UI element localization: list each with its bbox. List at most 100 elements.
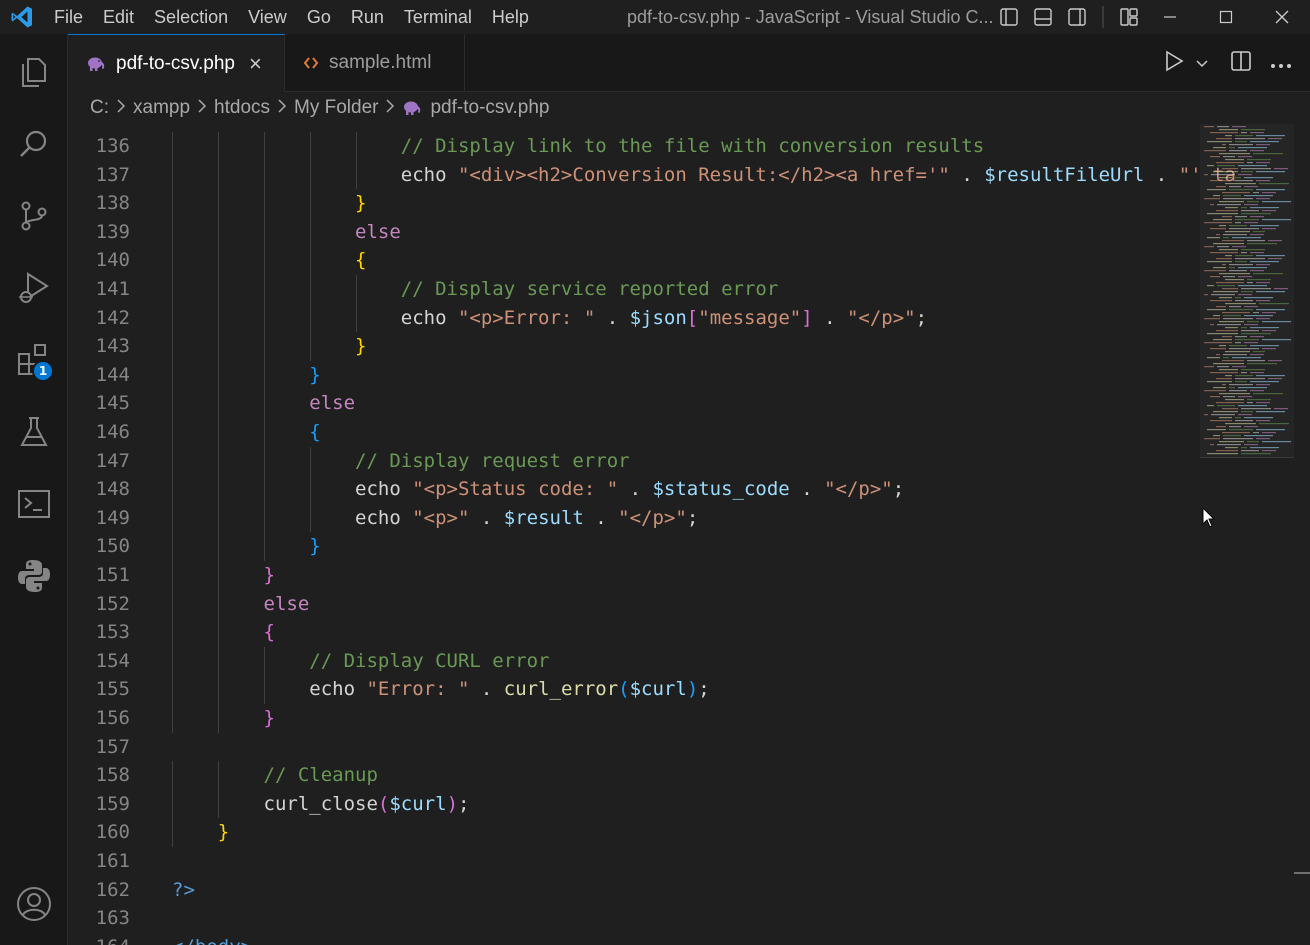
indent-guide: [355, 132, 357, 161]
minimap-line: [1238, 165, 1267, 167]
menu-view[interactable]: View: [238, 0, 297, 34]
line-number: 143: [95, 335, 130, 358]
minimap-line: [1232, 237, 1261, 239]
customize-layout-icon[interactable]: [1116, 5, 1142, 29]
split-editor-icon[interactable]: [1230, 50, 1252, 76]
code-token: }: [309, 535, 321, 558]
line-number: 139: [95, 220, 130, 243]
minimap[interactable]: [1200, 124, 1294, 458]
minimize-button[interactable]: [1142, 0, 1198, 34]
accounts-icon[interactable]: [0, 872, 68, 936]
minimap-line: [1262, 441, 1291, 443]
toggle-primary-sidebar-icon[interactable]: [996, 5, 1022, 29]
minimap-line: [1241, 411, 1253, 413]
code-editor[interactable]: 136 // Display link to the file with con…: [68, 124, 1310, 945]
chevron-down-icon[interactable]: [1196, 54, 1208, 73]
code-token: $curl: [629, 678, 687, 701]
scrollbar-thumb[interactable]: [1294, 872, 1310, 874]
minimap-line: [1235, 261, 1247, 263]
minimap-line: [1229, 270, 1247, 272]
minimap-line: [1238, 387, 1267, 389]
indent-guide: [263, 675, 265, 704]
minimap-line: [1223, 198, 1253, 200]
terminal-icon[interactable]: [0, 472, 68, 536]
minimap-line: [1241, 453, 1271, 455]
minimap-line: [1241, 210, 1259, 212]
toggle-panel-icon[interactable]: [1030, 5, 1056, 29]
more-actions-icon[interactable]: [1270, 54, 1292, 73]
indent-guide: [172, 789, 173, 819]
minimap-line: [1217, 324, 1241, 326]
tab-label: pdf-to-csv.php: [116, 52, 235, 74]
minimap-line: [1225, 231, 1250, 233]
minimap-line: [1256, 309, 1285, 311]
maximize-button[interactable]: [1198, 0, 1254, 34]
minimap-line: [1225, 303, 1256, 305]
search-icon[interactable]: [0, 112, 68, 176]
code-line: 138 }: [68, 189, 1198, 218]
minimap-line: [1213, 435, 1220, 437]
minimap-line: [1223, 318, 1253, 320]
explorer-icon[interactable]: [0, 40, 68, 104]
code-line: 148 echo "<p>Status code: " . $status_co…: [68, 475, 1198, 504]
divider: [1098, 5, 1108, 29]
minimap-line: [1204, 294, 1208, 296]
code-line: 163: [68, 904, 1198, 933]
minimap-line: [1259, 303, 1289, 305]
run-file-icon[interactable]: [1164, 50, 1184, 76]
menu-run[interactable]: Run: [341, 0, 394, 34]
breadcrumb-item[interactable]: pdf-to-csv.php: [430, 97, 549, 119]
breadcrumb-item[interactable]: My Folder: [294, 97, 378, 119]
extensions-icon[interactable]: 1: [0, 328, 68, 392]
line-number: 148: [95, 478, 130, 501]
menu-edit[interactable]: Edit: [93, 0, 144, 34]
code-token: }: [217, 821, 230, 844]
tab-sample-html[interactable]: sample.html: [285, 34, 465, 92]
breadcrumb-item[interactable]: xampp: [133, 97, 190, 119]
code-text: {: [172, 246, 366, 275]
code-token: {: [309, 421, 321, 443]
minimap-line: [1210, 300, 1232, 302]
minimap-line: [1268, 138, 1282, 140]
window-title: pdf-to-csv.php - JavaScript - Visual Stu…: [627, 7, 994, 27]
menu-go[interactable]: Go: [297, 0, 341, 34]
testing-icon[interactable]: [0, 400, 68, 464]
toggle-secondary-sidebar-icon[interactable]: [1064, 5, 1090, 29]
minimap-line: [1216, 162, 1244, 164]
line-number: 155: [95, 678, 130, 701]
minimap-line: [1241, 132, 1247, 134]
tab-close-icon[interactable]: ×: [249, 51, 262, 77]
code-token: .: [812, 306, 847, 329]
indent-guide: [263, 532, 265, 561]
minimap-line: [1217, 366, 1229, 368]
minimap-line: [1210, 420, 1232, 422]
breadcrumb-item[interactable]: htdocs: [214, 97, 270, 119]
source-control-icon[interactable]: [0, 184, 68, 248]
python-icon[interactable]: [0, 544, 68, 608]
menu-selection[interactable]: Selection: [144, 0, 238, 34]
tab-pdf-to-csv[interactable]: pdf-to-csv.php ×: [68, 34, 285, 92]
indent-guide: [217, 303, 219, 333]
minimap-line: [1223, 396, 1235, 398]
minimap-line: [1241, 369, 1265, 371]
run-debug-icon[interactable]: [0, 256, 68, 320]
code-token: "Error: ": [366, 678, 470, 701]
code-text: else: [172, 590, 310, 619]
menu-help[interactable]: Help: [482, 0, 539, 34]
close-window-button[interactable]: [1254, 0, 1310, 34]
minimap-line: [1210, 204, 1214, 206]
minimap-line: [1222, 312, 1250, 314]
breadcrumb-item[interactable]: C:: [90, 97, 109, 119]
minimap-line: [1211, 414, 1235, 416]
indent-guide: [263, 217, 265, 247]
minimap-line: [1225, 255, 1232, 257]
extensions-badge: 1: [32, 360, 54, 382]
line-number: 137: [95, 163, 130, 186]
code-line: 143 }: [68, 332, 1198, 361]
menu-file[interactable]: File: [44, 0, 93, 34]
minimap-line: [1253, 153, 1283, 155]
minimap-line: [1211, 294, 1235, 296]
line-number: 138: [95, 192, 130, 215]
menu-terminal[interactable]: Terminal: [394, 0, 482, 34]
minimap-line: [1207, 381, 1232, 383]
